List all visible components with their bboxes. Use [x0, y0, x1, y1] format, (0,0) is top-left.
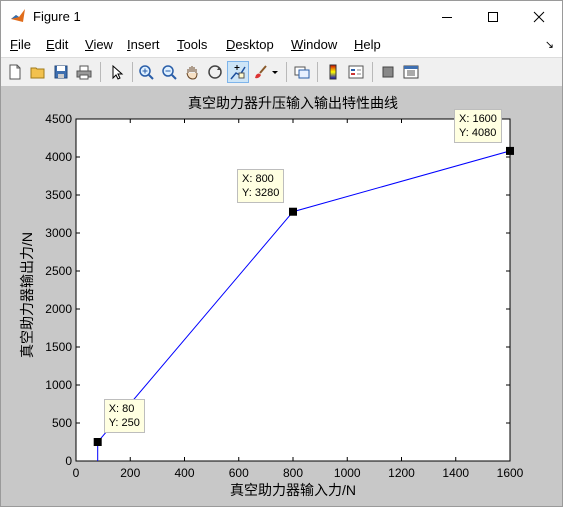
datatip[interactable]: X: 1600 Y: 4080: [454, 108, 502, 143]
x-tick-label: 1000: [334, 466, 361, 480]
datatip-y: Y: 3280: [242, 186, 280, 199]
datatip[interactable]: X: 80 Y: 250: [103, 399, 145, 433]
x-tick-label: 200: [120, 466, 140, 480]
x-axis-label: 真空助力器输入力/N: [230, 482, 356, 498]
y-tick-label: 3000: [45, 226, 72, 240]
y-tick-label: 4000: [45, 150, 72, 164]
x-tick-label: 800: [283, 466, 303, 480]
y-tick-label: 0: [65, 454, 72, 468]
y-tick-label: 1000: [45, 378, 72, 392]
y-tick-label: 500: [52, 416, 72, 430]
datatip-marker: [289, 207, 297, 216]
datatip-x: X: 80: [108, 403, 135, 415]
datatip-y: Y: 4080: [459, 126, 497, 139]
datatip[interactable]: X: 800 Y: 3280: [237, 168, 285, 203]
datatip-marker: [506, 146, 514, 155]
x-tick-label: 1200: [388, 466, 415, 480]
x-tick-label: 1600: [497, 466, 524, 480]
x-tick-label: 600: [229, 466, 249, 480]
datatip-x: X: 1600: [459, 112, 497, 125]
chart-axes[interactable]: 0 200 400 600 800 1000 1200 1400 1600 0 500 1000 150…: [0, 0, 563, 507]
y-tick-label: 1500: [45, 340, 72, 354]
datatip-x: X: 800: [242, 172, 274, 185]
y-tick-label: 3500: [45, 188, 72, 202]
x-tick-label: 1400: [442, 466, 469, 480]
x-tick-label: 400: [174, 466, 194, 480]
y-tick-label: 2000: [45, 302, 72, 316]
datatip-y: Y: 250: [108, 417, 140, 429]
y-tick-label: 4500: [45, 112, 72, 126]
datatip-marker: [93, 438, 102, 446]
x-tick-label: 0: [73, 466, 80, 480]
y-tick-label: 2500: [45, 264, 72, 278]
y-axis-label: 真空助力器输出力/N: [19, 232, 35, 358]
